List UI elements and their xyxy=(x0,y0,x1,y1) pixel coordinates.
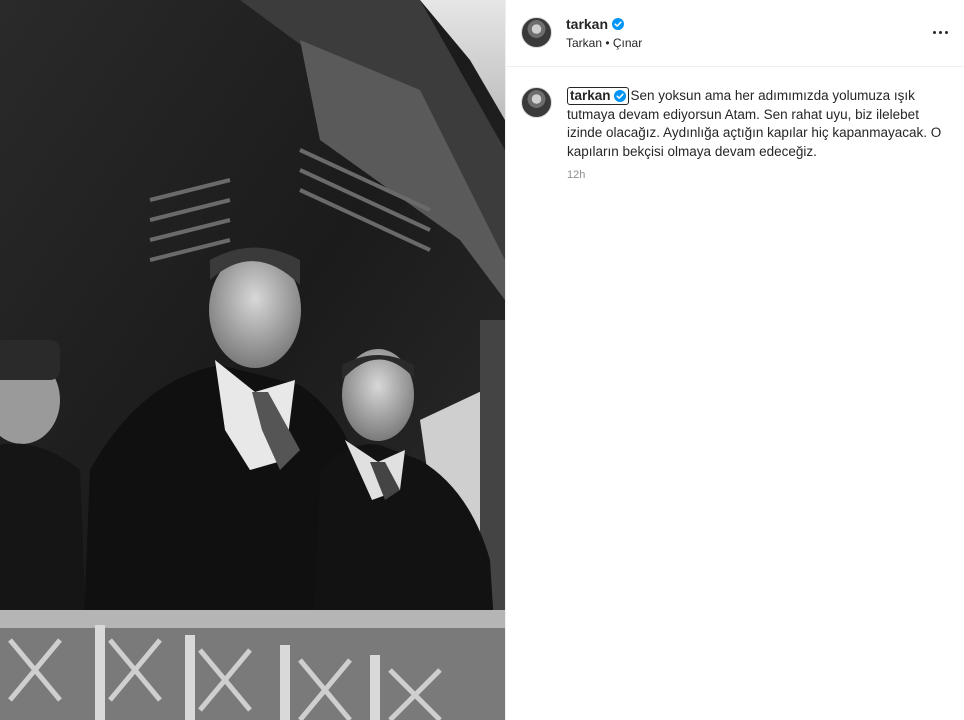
header-subtitle[interactable]: Tarkan • Çınar xyxy=(566,36,642,50)
verified-badge-icon xyxy=(612,18,625,30)
caption-username-link[interactable]: tarkan xyxy=(567,87,629,105)
avatar[interactable] xyxy=(521,17,552,48)
caption: tarkan Sen yoksun ama her adımımızda yol… xyxy=(567,87,957,161)
post-timestamp[interactable]: 12h xyxy=(567,169,948,181)
post-photo-image xyxy=(0,0,505,720)
more-dot xyxy=(938,30,942,34)
more-horizontal-icon xyxy=(932,30,936,34)
post-photo[interactable] xyxy=(0,0,505,720)
caption-section: tarkan Sen yoksun ama her adımımızda yol… xyxy=(506,67,964,181)
more-dot xyxy=(944,30,948,34)
post-side-panel: tarkan Tarkan • Çınar tarkan Sen yoksun … xyxy=(505,0,964,720)
verified-badge-icon xyxy=(613,90,626,102)
post-header: tarkan Tarkan • Çınar xyxy=(506,0,964,67)
header-username-link[interactable]: tarkan xyxy=(566,16,625,32)
caption-username: tarkan xyxy=(570,88,611,103)
caption-avatar[interactable] xyxy=(521,87,552,118)
more-options-button[interactable] xyxy=(930,22,950,42)
header-username: tarkan xyxy=(566,16,609,32)
